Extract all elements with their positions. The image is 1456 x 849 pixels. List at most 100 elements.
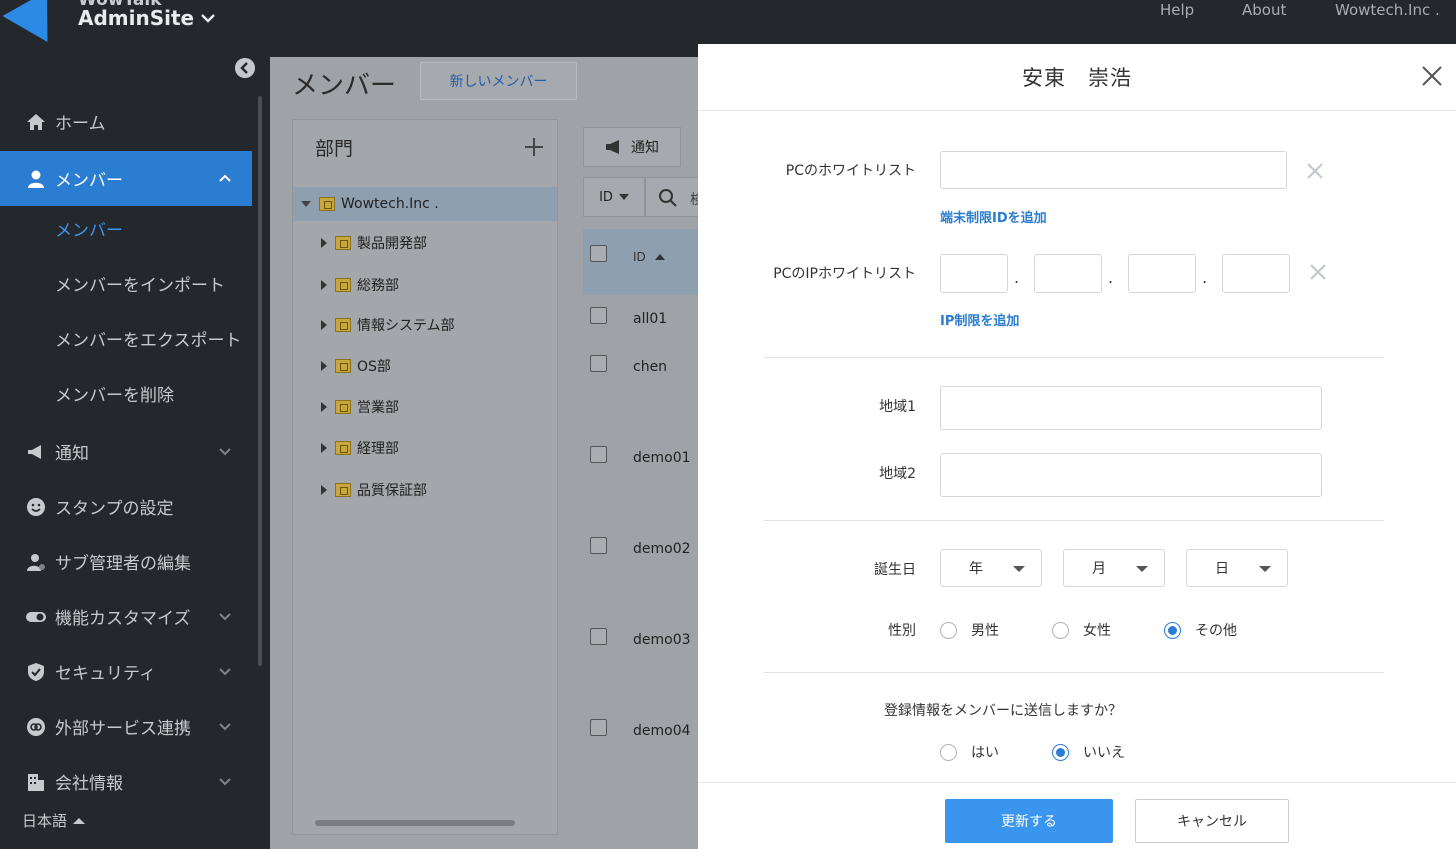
chevron-down-icon[interactable] [218, 664, 232, 678]
home-icon [25, 111, 47, 133]
brand-title[interactable]: AdminSite [78, 6, 194, 30]
radio-circle[interactable] [940, 621, 957, 639]
main-content: メンバー 新しいメンバー 部門 Wowtech.Inc . 製品開発部 総務部 … [270, 57, 705, 849]
row-checkbox[interactable] [590, 719, 607, 736]
gender-male-radio[interactable]: 男性 [940, 620, 999, 640]
sidebar-item-security[interactable]: セキュリティ [0, 644, 252, 699]
row-checkbox[interactable] [590, 537, 607, 554]
cancel-button[interactable]: キャンセル [1135, 799, 1289, 843]
table-header: ID [583, 229, 700, 295]
expand-icon[interactable] [321, 402, 327, 412]
sidebar-item-home[interactable]: ホーム [0, 94, 252, 149]
row-checkbox[interactable] [590, 628, 607, 645]
ip-dot: . [1014, 268, 1020, 287]
birth-day-select[interactable]: 日 [1186, 549, 1288, 587]
notify-button[interactable]: 通知 [583, 127, 681, 167]
expand-icon[interactable] [321, 443, 327, 453]
help-link[interactable]: Help [1160, 0, 1194, 20]
department-item[interactable]: 品質保証部 [321, 479, 427, 501]
sidebar-item-customize[interactable]: 機能カスタマイズ [0, 589, 252, 644]
department-item[interactable]: OS部 [321, 355, 391, 377]
expand-icon[interactable] [321, 238, 327, 248]
sidebar-subitem-delete[interactable]: メンバーを削除 [55, 384, 174, 408]
ip-octet-3-input[interactable] [1128, 254, 1196, 293]
chevron-up-icon[interactable] [218, 171, 232, 185]
person-gear-icon [25, 551, 47, 573]
expand-icon[interactable] [321, 280, 327, 290]
radio-circle-selected[interactable] [1164, 621, 1181, 639]
department-item[interactable]: 製品開発部 [321, 232, 427, 254]
new-member-button[interactable]: 新しいメンバー [420, 62, 577, 100]
sidebar-subitem-import[interactable]: メンバーをインポート [55, 274, 225, 298]
chevron-down-icon[interactable] [218, 719, 232, 733]
horizontal-scrollbar[interactable] [315, 820, 515, 826]
department-item[interactable]: 情報システム部 [321, 314, 455, 336]
row-checkbox[interactable] [590, 307, 607, 324]
sidebar-item-stamps[interactable]: スタンプの設定 [0, 479, 252, 534]
department-item[interactable]: 経理部 [321, 437, 399, 459]
department-item[interactable]: 営業部 [321, 396, 399, 418]
row-checkbox[interactable] [590, 355, 607, 372]
region1-input[interactable] [940, 386, 1322, 430]
building-icon [25, 771, 47, 793]
add-department-icon[interactable] [523, 136, 545, 158]
sidebar-scrollbar[interactable] [258, 96, 262, 666]
pc-whitelist-input[interactable] [940, 151, 1287, 189]
birth-month-select[interactable]: 月 [1063, 549, 1165, 587]
region2-input[interactable] [940, 453, 1322, 497]
expand-icon[interactable] [321, 320, 327, 330]
ip-octet-2-input[interactable] [1034, 254, 1102, 293]
send-yes-radio[interactable]: はい [940, 742, 999, 762]
department-root[interactable]: Wowtech.Inc . [293, 187, 557, 221]
expand-icon[interactable] [301, 201, 311, 207]
sidebar-item-subadmins[interactable]: サブ管理者の編集 [0, 534, 252, 589]
remove-icon[interactable] [1305, 161, 1325, 181]
logo-icon [2, 0, 70, 43]
department-icon [335, 441, 351, 455]
sidebar-subitem-members[interactable]: メンバー [55, 219, 123, 243]
about-link[interactable]: About [1242, 0, 1286, 20]
ip-octet-4-input[interactable] [1222, 254, 1290, 293]
radio-circle-selected[interactable] [1052, 743, 1069, 761]
remove-icon[interactable] [1308, 262, 1328, 282]
caret-down-icon [1136, 566, 1148, 572]
close-icon[interactable] [1420, 64, 1444, 88]
gender-option-label: 女性 [1083, 623, 1111, 639]
radio-circle[interactable] [940, 743, 957, 761]
select-all-checkbox[interactable] [590, 245, 607, 262]
divider [698, 782, 1456, 783]
search-input[interactable]: 検 [645, 177, 705, 217]
sidebar-item-members[interactable]: メンバー [0, 151, 252, 206]
chevron-down-icon[interactable] [218, 444, 232, 458]
add-device-id-link[interactable]: 端末制限IDを追加 [940, 207, 1047, 226]
sidebar-subitem-export[interactable]: メンバーをエクスポート [55, 329, 242, 353]
sidebar-item-external[interactable]: 外部サービス連携 [0, 699, 252, 754]
column-header-id[interactable]: ID [633, 250, 646, 264]
add-ip-link[interactable]: IP制限を追加 [940, 310, 1019, 329]
radio-circle[interactable] [1052, 621, 1069, 639]
ip-octet-1-input[interactable] [940, 254, 1008, 293]
row-checkbox[interactable] [590, 446, 607, 463]
sort-field-select[interactable]: ID [583, 177, 645, 217]
gender-option-label: その他 [1195, 623, 1237, 639]
caret-up-icon [73, 817, 86, 824]
divider [698, 110, 1456, 111]
expand-icon[interactable] [321, 361, 327, 371]
gender-other-radio[interactable]: その他 [1164, 620, 1237, 640]
chevron-down-icon[interactable] [198, 8, 218, 28]
department-item[interactable]: 総務部 [321, 274, 399, 296]
sidebar-item-company[interactable]: 会社情報 [0, 754, 252, 809]
birthday-label: 誕生日 [874, 562, 916, 578]
update-button[interactable]: 更新する [945, 799, 1113, 843]
company-menu-link[interactable]: Wowtech.Inc . [1335, 0, 1440, 20]
chevron-down-icon[interactable] [218, 609, 232, 623]
expand-icon[interactable] [321, 485, 327, 495]
gender-female-radio[interactable]: 女性 [1052, 620, 1111, 640]
send-no-radio[interactable]: いいえ [1052, 742, 1125, 762]
birth-year-select[interactable]: 年 [940, 549, 1042, 587]
collapse-sidebar-icon[interactable] [235, 58, 255, 78]
link-icon [25, 716, 47, 738]
chevron-down-icon[interactable] [218, 774, 232, 788]
sidebar-item-notifications[interactable]: 通知 [0, 424, 252, 479]
language-selector[interactable]: 日本語 [22, 810, 86, 831]
